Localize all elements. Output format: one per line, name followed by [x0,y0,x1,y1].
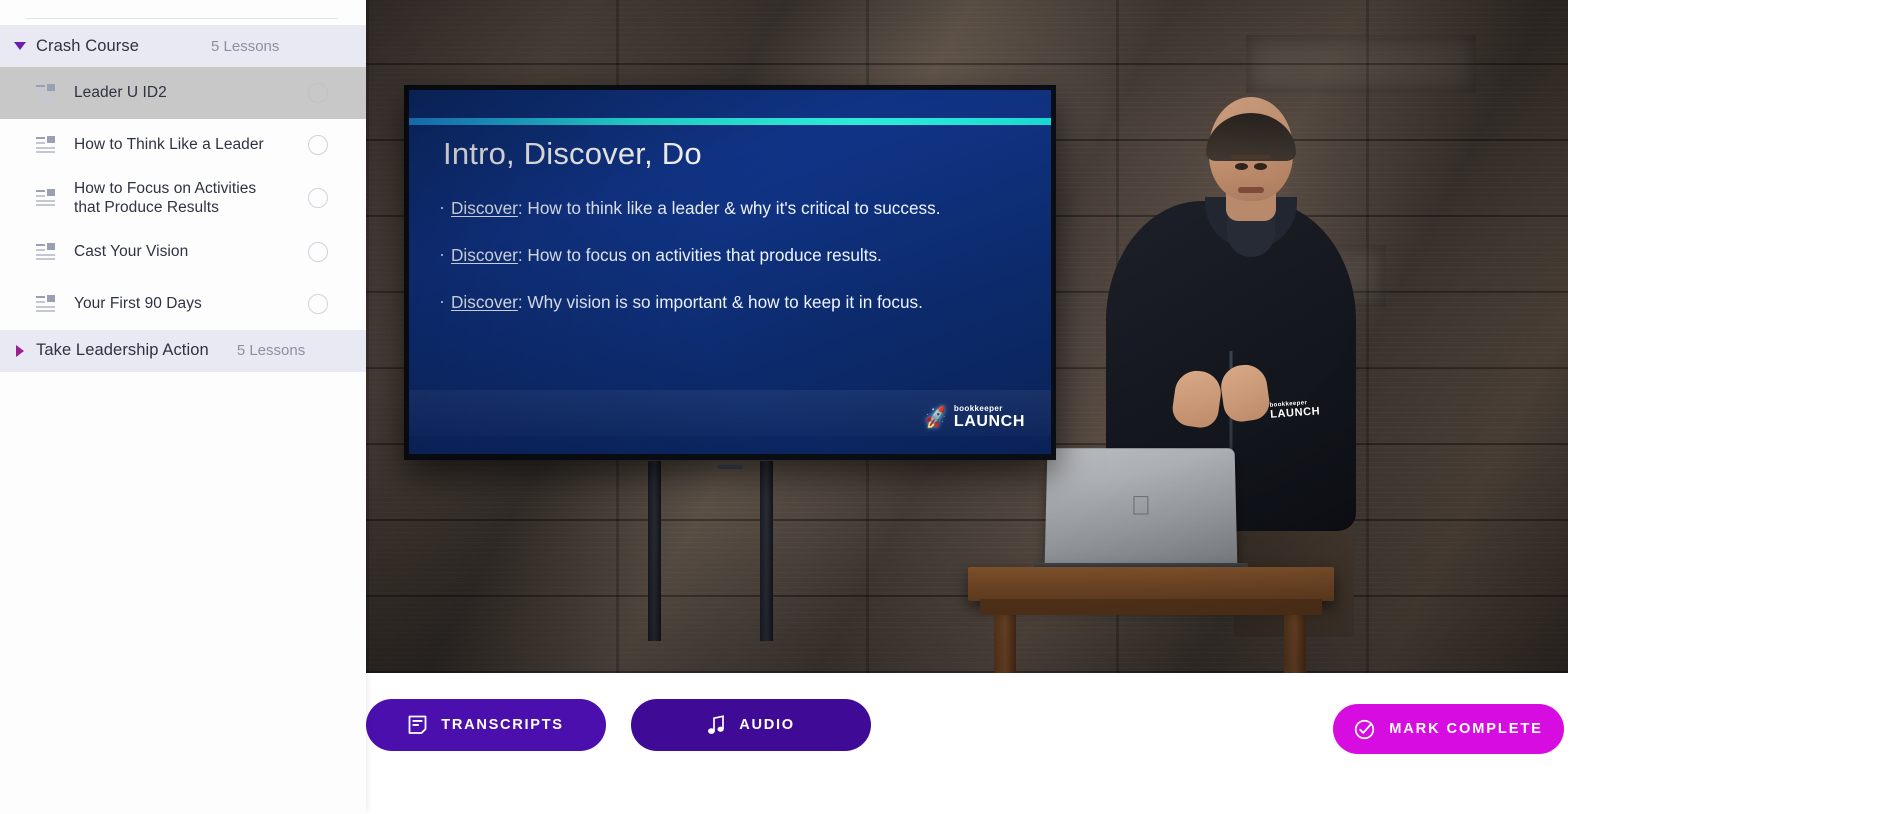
slide-brand-logo: 🚀 bookkeeper LAUNCH [922,405,1025,431]
slide-bullet-lead: Discover [451,244,518,265]
presenter-head [1206,97,1296,201]
slide-accent-bar [409,118,1051,125]
hair [1206,113,1296,161]
lesson-item-leader-u-id2[interactable]: Leader U ID2 [0,67,366,119]
rocket-icon: 🚀 [922,405,950,431]
mark-complete-button-label: MARK COMPLETE [1389,721,1543,737]
slide-bullet-rest: : How to focus on activities that produc… [517,244,882,265]
slide-bullet-list: Discover: How to think like a leader & w… [439,194,1029,337]
table-leg [994,613,1016,673]
sidebar-top-divider [0,0,366,25]
slide-logo-text: bookkeeper LAUNCH [954,405,1025,430]
slide-bullet-lead: Discover [451,198,518,218]
mouth [1238,187,1264,193]
macbook-laptop:  [1044,448,1238,570]
right-gutter [1568,0,1890,814]
eye-right [1254,163,1267,170]
transcript-document-icon [408,715,427,735]
section-title: Take Leadership Action [36,341,209,360]
lesson-text-icon [36,136,55,153]
slide-bullet: Discover: Why vision is so important & h… [439,288,1029,315]
slide: Intro, Discover, Do Discover: How to thi… [409,90,1051,454]
lesson-label: Cast Your Vision [74,243,189,261]
lesson-text-icon [36,84,55,101]
section-header-take-leadership-action[interactable]: Take Leadership Action 5 Lessons [0,329,366,372]
chevron-right-icon [16,344,24,357]
lesson-item-your-first-90-days[interactable]: Your First 90 Days [0,278,366,330]
apple-logo-icon:  [1131,490,1151,521]
audio-button-label: AUDIO [739,717,795,733]
slide-bullet: Discover: How to think like a leader & w… [439,194,1029,221]
section-header-crash-course[interactable]: Crash Course 5 Lessons [0,25,366,67]
lesson-completion-indicator[interactable] [308,188,328,209]
mark-complete-button[interactable]: MARK COMPLETE [1333,704,1564,754]
table-apron [980,599,1322,615]
slide-bullet-rest: : How to think like a leader & why it's … [517,198,941,218]
lesson-list-crash-course: Leader U ID2 How to Think Like a Leader [0,67,366,330]
table-leg [1284,613,1306,673]
slide-bullet-lead: Discover [451,291,518,312]
lesson-video-player[interactable]: bookkeeper LAUNCH Intro, Discover, Do · … [366,0,1568,673]
hoodie-brand-logo: bookkeeper LAUNCH [1269,399,1321,421]
section-title: Crash Course [36,36,139,55]
audio-button[interactable]: AUDIO [631,699,871,751]
lesson-completion-indicator[interactable] [308,293,328,314]
lesson-completion-indicator[interactable] [308,135,328,155]
check-circle-icon [1354,719,1375,740]
lesson-text-icon [36,242,55,260]
lesson-label: How to Focus on Activities that Produce … [74,180,257,217]
lesson-text-icon [36,294,55,312]
lesson-label: How to Think Like a Leader [74,136,264,154]
lesson-item-how-to-think-like-a-leader[interactable]: How to Think Like a Leader [0,119,366,171]
tv-stand-leg [760,461,773,641]
slide-bullet-rest: : Why vision is so important & how to ke… [517,291,923,312]
eye-left [1235,163,1248,170]
course-player-app: Crash Course 5 Lessons Leader U ID2 How … [0,0,1890,814]
presentation-screen: Intro, Discover, Do Discover: How to thi… [404,85,1056,469]
course-curriculum-sidebar: Crash Course 5 Lessons Leader U ID2 How … [0,0,366,814]
transcripts-button[interactable]: TRANSCRIPTS [366,699,606,751]
section-lesson-count: 5 Lessons [211,37,280,55]
music-note-icon [707,715,725,735]
hoodie-logo-big-text: LAUNCH [1269,405,1321,421]
wooden-table [968,567,1334,601]
lesson-completion-indicator[interactable] [308,83,328,103]
lesson-item-cast-your-vision[interactable]: Cast Your Vision [0,226,366,278]
transcripts-button-label: TRANSCRIPTS [441,717,564,733]
slide-title: Intro, Discover, Do [443,136,702,171]
lesson-action-bar: TRANSCRIPTS AUDIO MARK COMPLETE [366,694,1890,764]
lesson-item-how-to-focus-on-activities[interactable]: How to Focus on Activities that Produce … [0,171,366,226]
section-lesson-count: 5 Lessons [236,342,306,360]
tv-bottom-notch [717,465,743,469]
tv-stand-leg [648,461,661,641]
lesson-main-content: bookkeeper LAUNCH Intro, Discover, Do · … [366,0,1890,814]
lesson-label: Leader U ID2 [74,84,167,102]
eyebrow-right [1249,155,1271,159]
lesson-label: Your First 90 Days [74,295,202,313]
slide-logo-small-text: bookkeeper [953,404,1003,413]
chevron-down-icon [14,42,26,50]
lesson-text-icon [36,189,55,207]
slide-bullet: Discover: How to focus on activities tha… [439,241,1029,268]
slide-logo-big-text: LAUNCH [953,413,1025,430]
lesson-completion-indicator[interactable] [308,241,328,262]
